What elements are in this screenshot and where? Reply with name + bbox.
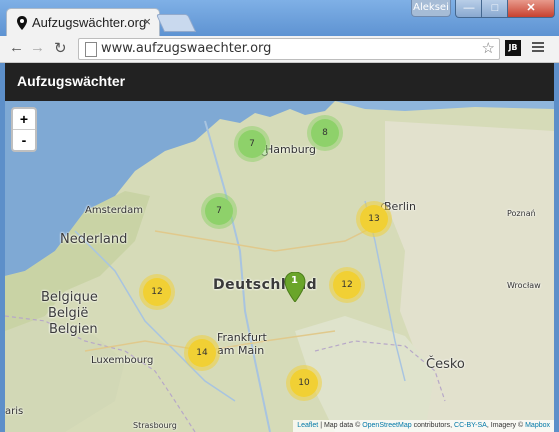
- country-label-belgium-2: België: [48, 306, 89, 321]
- tab-title: Aufzugswächter.org: [32, 15, 147, 30]
- city-label-wroclaw: Wrocław: [507, 281, 541, 290]
- app-navbar: Aufzugswächter: [5, 63, 554, 101]
- browser-tab[interactable]: Aufzugswächter.org ×: [6, 8, 160, 37]
- city-label-hamburg: Hamburg: [265, 143, 316, 156]
- city-label-strasbourg: Strasbourg: [133, 421, 177, 430]
- close-window-button[interactable]: ✕: [507, 0, 555, 18]
- city-label-amsterdam: Amsterdam: [85, 205, 144, 216]
- marker-cluster[interactable]: 7: [205, 197, 233, 225]
- title-bar: Aufzugswächter.org × Aleksei — □ ✕: [0, 0, 559, 37]
- browser-toolbar: ← → ↻ www.aufzugswaechter.org ☆ JB: [0, 36, 559, 63]
- forward-arrow-icon[interactable]: →: [30, 39, 45, 56]
- bookmark-star-icon[interactable]: ☆: [482, 39, 495, 57]
- minimize-button[interactable]: —: [455, 0, 483, 18]
- license-link[interactable]: CC-BY-SA: [454, 422, 487, 429]
- country-label-belgium-1: Belgique: [41, 290, 98, 305]
- city-label-luxembourg: Luxembourg: [91, 355, 154, 366]
- back-arrow-icon[interactable]: ←: [9, 39, 24, 56]
- menu-icon[interactable]: [532, 42, 544, 54]
- address-bar[interactable]: www.aufzugswaechter.org ☆: [78, 38, 500, 60]
- city-label-berlin: Berlin: [384, 200, 416, 213]
- attribution-text: contributors,: [411, 422, 455, 429]
- country-label-czech: Česko: [426, 357, 465, 372]
- city-label-poznan: Poznań: [507, 209, 536, 218]
- app-brand[interactable]: Aufzugswächter: [17, 73, 125, 89]
- map-pin-icon: [17, 16, 27, 30]
- attribution-text: | Map data ©: [318, 422, 363, 429]
- browser-window: Aufzugswächter.org × Aleksei — □ ✕ ← → ↻…: [0, 0, 559, 432]
- map[interactable]: + - Hamburg Berlin Amsterdam Poznań Fran…: [5, 101, 554, 432]
- marker-cluster[interactable]: 10: [290, 369, 318, 397]
- city-label-frankfurt: Frankfurt: [217, 331, 267, 344]
- leaflet-link[interactable]: Leaflet: [297, 422, 318, 429]
- reload-icon[interactable]: ↻: [54, 39, 67, 57]
- marker-cluster[interactable]: 7: [238, 130, 266, 158]
- marker-cluster[interactable]: 8: [311, 119, 339, 147]
- new-tab-button[interactable]: [155, 14, 197, 32]
- zoom-control: + -: [11, 107, 37, 152]
- marker-label: 1: [291, 275, 298, 286]
- tab-close-icon[interactable]: ×: [143, 14, 151, 29]
- city-label-paris: aris: [5, 406, 24, 417]
- zoom-out-button[interactable]: -: [13, 129, 35, 150]
- page-icon: [85, 42, 97, 57]
- url-text[interactable]: www.aufzugswaechter.org: [101, 41, 271, 56]
- city-label-frankfurt-2: am Main: [217, 344, 265, 357]
- country-label-belgium-3: Belgien: [49, 322, 98, 337]
- attribution-text: , Imagery ©: [486, 422, 526, 429]
- extension-icon[interactable]: JB: [505, 40, 521, 56]
- marker-cluster[interactable]: 12: [143, 278, 171, 306]
- page-content: Aufzugswächter + - Hamburg Berlin Amster…: [5, 63, 554, 432]
- osm-link[interactable]: OpenStreetMap: [362, 422, 411, 429]
- marker-cluster[interactable]: 12: [333, 271, 361, 299]
- maximize-button[interactable]: □: [481, 0, 509, 18]
- profile-badge[interactable]: Aleksei: [411, 0, 451, 17]
- country-label-netherlands: Nederland: [60, 232, 128, 247]
- map-attribution: Leaflet | Map data © OpenStreetMap contr…: [293, 420, 554, 432]
- zoom-in-button[interactable]: +: [13, 109, 35, 129]
- marker-cluster[interactable]: 14: [188, 339, 216, 367]
- marker-cluster[interactable]: 13: [360, 205, 388, 233]
- mapbox-link[interactable]: Mapbox: [525, 422, 550, 429]
